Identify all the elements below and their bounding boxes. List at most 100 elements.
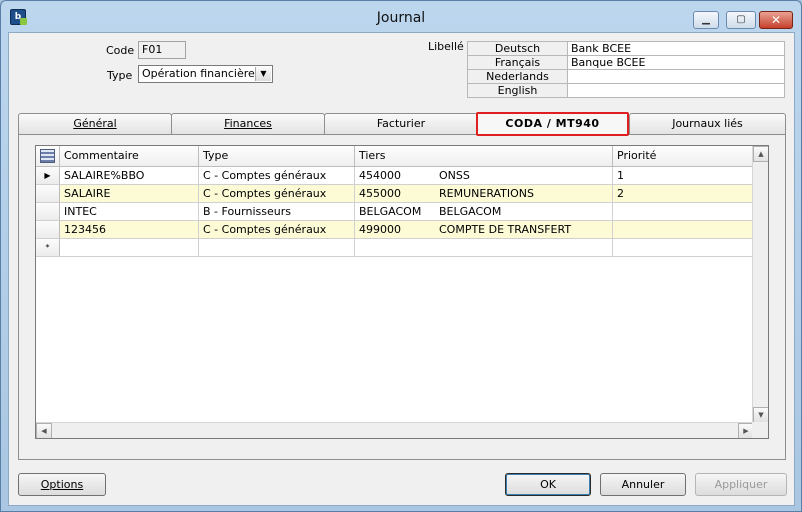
tab-label: Facturier — [376, 117, 426, 130]
libelle-value[interactable]: Banque BCEE — [567, 55, 785, 70]
cell-priorite[interactable] — [613, 221, 754, 239]
libelle-row-english: English — [467, 83, 785, 98]
scroll-left-icon[interactable]: ◀ — [36, 423, 52, 438]
code-label: Code — [106, 44, 135, 57]
maximize-button[interactable]: ▢ — [726, 11, 756, 29]
window-title: Journal — [376, 10, 426, 26]
tiers-name: COMPTE DE TRANSFERT — [439, 223, 572, 236]
new-row[interactable]: * — [36, 239, 754, 257]
title-bar[interactable]: b Journal ▁ ▢ ✕ — [1, 1, 801, 31]
cell-priorite[interactable] — [613, 239, 754, 257]
cell-commentaire[interactable]: 123456 — [60, 221, 199, 239]
cell-priorite[interactable]: 1 — [613, 167, 754, 185]
cell-commentaire[interactable] — [60, 239, 199, 257]
scroll-down-icon[interactable]: ▼ — [753, 407, 768, 423]
libelle-row-nederlands: Nederlands — [467, 69, 785, 84]
libelle-table: Deutsch Bank BCEE Français Banque BCEE N… — [467, 41, 785, 98]
options-button-label: Options — [40, 478, 84, 491]
libelle-value[interactable] — [567, 69, 785, 84]
horizontal-scrollbar[interactable]: ◀ ▶ — [36, 422, 754, 438]
row-indicator[interactable] — [36, 221, 60, 239]
tiers-name: BELGACOM — [439, 205, 502, 218]
row-indicator[interactable] — [36, 203, 60, 221]
tab-general[interactable]: Général — [18, 113, 172, 134]
tiers-code: 455000 — [359, 187, 401, 200]
grid-header: Commentaire Type Tiers Priorité — [36, 146, 754, 167]
tab-coda-mt940[interactable]: CODA / MT940 — [476, 112, 629, 136]
options-button[interactable]: Options — [18, 473, 106, 496]
libelle-row-francais: Français Banque BCEE — [467, 55, 785, 70]
cell-type[interactable]: B - Fournisseurs — [199, 203, 355, 221]
col-header-type[interactable]: Type — [199, 146, 355, 167]
cell-tiers[interactable] — [355, 239, 613, 257]
journal-window: b Journal ▁ ▢ ✕ Code F01 Type Opération … — [0, 0, 802, 512]
type-label: Type — [107, 69, 133, 82]
tab-facturier[interactable]: Facturier — [324, 113, 478, 134]
ok-button[interactable]: OK — [505, 473, 591, 496]
tab-label: Finances — [224, 117, 272, 130]
cell-type[interactable]: C - Comptes généraux — [199, 221, 355, 239]
cell-commentaire[interactable]: SALAIRE%BBO — [60, 167, 199, 185]
type-select-value: Opération financière — [142, 67, 255, 80]
libelle-lang: English — [467, 83, 568, 98]
col-header-tiers[interactable]: Tiers — [355, 146, 613, 167]
minimize-icon: ▁ — [702, 14, 710, 25]
cell-type[interactable] — [199, 239, 355, 257]
tab-label: Général — [73, 117, 117, 130]
cell-tiers[interactable]: 455000 REMUNERATIONS — [355, 185, 613, 203]
coda-tab-panel: Commentaire Type Tiers Priorité ▶ SALAIR… — [18, 134, 786, 460]
cell-priorite[interactable]: 2 — [613, 185, 754, 203]
tiers-name: ONSS — [439, 169, 470, 182]
table-row[interactable]: 123456 C - Comptes généraux 499000 COMPTE… — [36, 221, 754, 239]
tiers-code: BELGACOM — [359, 205, 422, 218]
libelle-value[interactable] — [567, 83, 785, 98]
tab-journaux-lies[interactable]: Journaux liés — [629, 113, 786, 134]
vertical-scrollbar[interactable]: ▲ ▼ — [752, 146, 768, 423]
col-header-commentaire[interactable]: Commentaire — [60, 146, 199, 167]
libelle-lang: Deutsch — [467, 41, 568, 56]
ok-button-label: OK — [540, 478, 556, 491]
libelle-label: Libellé — [428, 40, 464, 53]
libelle-value[interactable]: Bank BCEE — [567, 41, 785, 56]
dialog-client-area: Code F01 Type Opération financière ▼ Lib… — [8, 32, 795, 506]
table-row[interactable]: SALAIRE C - Comptes généraux 455000 REMUN… — [36, 185, 754, 203]
table-row[interactable]: ▶ SALAIRE%BBO C - Comptes généraux 45400… — [36, 167, 754, 185]
cell-tiers[interactable]: BELGACOM BELGACOM — [355, 203, 613, 221]
cell-commentaire[interactable]: SALAIRE — [60, 185, 199, 203]
minimize-button[interactable]: ▁ — [693, 11, 719, 29]
select-all-cell[interactable] — [36, 146, 60, 167]
code-field[interactable]: F01 — [138, 41, 186, 59]
appliquer-button[interactable]: Appliquer — [695, 473, 787, 496]
cell-type[interactable]: C - Comptes généraux — [199, 185, 355, 203]
tab-label: CODA / MT940 — [505, 117, 600, 130]
tab-label: Journaux liés — [672, 117, 743, 130]
annuler-button-label: Annuler — [621, 478, 665, 491]
maximize-icon: ▢ — [736, 14, 746, 25]
tiers-code: 454000 — [359, 169, 401, 182]
annuler-button[interactable]: Annuler — [600, 473, 686, 496]
grid-select-icon — [40, 149, 55, 163]
scroll-corner — [752, 422, 768, 438]
tiers-name: REMUNERATIONS — [439, 187, 535, 200]
scroll-up-icon[interactable]: ▲ — [753, 146, 768, 162]
cell-priorite[interactable] — [613, 203, 754, 221]
appliquer-button-label: Appliquer — [714, 478, 768, 491]
libelle-lang: Français — [467, 55, 568, 70]
cell-tiers[interactable]: 454000 ONSS — [355, 167, 613, 185]
cell-tiers[interactable]: 499000 COMPTE DE TRANSFERT — [355, 221, 613, 239]
type-select[interactable]: Opération financière ▼ — [138, 65, 273, 83]
tab-finances[interactable]: Finances — [171, 113, 325, 134]
new-row-indicator[interactable]: * — [36, 239, 60, 257]
close-button[interactable]: ✕ — [759, 11, 793, 29]
col-header-priorite[interactable]: Priorité — [613, 146, 754, 167]
close-icon: ✕ — [770, 13, 782, 27]
table-row[interactable]: INTEC B - Fournisseurs BELGACOM BELGACOM — [36, 203, 754, 221]
coda-grid: Commentaire Type Tiers Priorité ▶ SALAIR… — [35, 145, 769, 439]
tiers-code: 499000 — [359, 223, 401, 236]
libelle-row-deutsch: Deutsch Bank BCEE — [467, 41, 785, 56]
chevron-down-icon[interactable]: ▼ — [255, 67, 271, 81]
row-indicator[interactable]: ▶ — [36, 167, 60, 185]
cell-type[interactable]: C - Comptes généraux — [199, 167, 355, 185]
row-indicator[interactable] — [36, 185, 60, 203]
cell-commentaire[interactable]: INTEC — [60, 203, 199, 221]
